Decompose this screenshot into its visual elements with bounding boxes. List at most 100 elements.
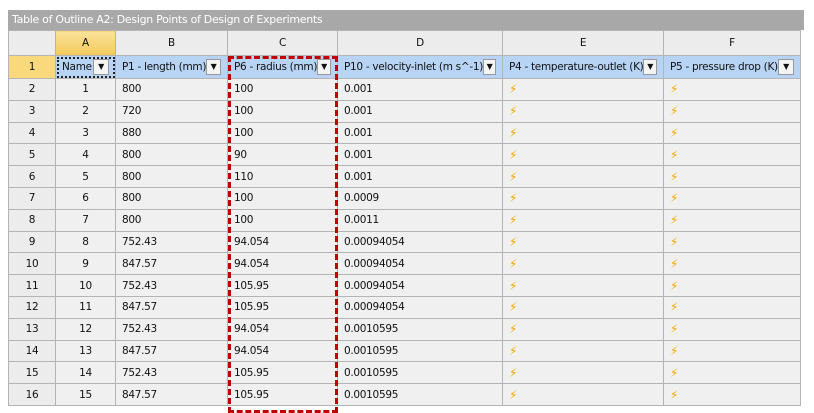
cell-p1-length[interactable]: 752.43 bbox=[115, 317, 228, 341]
column-header-e[interactable]: E bbox=[502, 30, 664, 56]
cell-p4-temperature-outlet[interactable]: ⚡ bbox=[502, 143, 664, 167]
cell-p1-length[interactable]: 800 bbox=[115, 165, 228, 188]
header-p1-length[interactable]: P1 - length (mm) ▼ bbox=[115, 55, 228, 79]
cell-p1-length[interactable]: 800 bbox=[115, 208, 228, 232]
cell-p5-pressure-drop[interactable]: ⚡ bbox=[663, 230, 801, 254]
cell-p5-pressure-drop[interactable]: ⚡ bbox=[663, 295, 801, 319]
cell-p4-temperature-outlet[interactable]: ⚡ bbox=[502, 208, 664, 232]
row-number[interactable]: 10 bbox=[8, 252, 56, 276]
cell-p1-length[interactable]: 880 bbox=[115, 121, 228, 145]
row-number[interactable]: 4 bbox=[8, 121, 56, 145]
row-number[interactable]: 16 bbox=[8, 383, 56, 406]
cell-p1-length[interactable]: 847.57 bbox=[115, 339, 228, 363]
cell-name[interactable]: 14 bbox=[55, 361, 116, 385]
cell-p10-velocity-inlet[interactable]: 0.001 bbox=[337, 121, 503, 145]
column-header-d[interactable]: D bbox=[337, 30, 503, 56]
cell-p1-length[interactable]: 752.43 bbox=[115, 230, 228, 254]
cell-p10-velocity-inlet[interactable]: 0.0010595 bbox=[337, 383, 503, 406]
cell-p1-length[interactable]: 800 bbox=[115, 78, 228, 101]
cell-name[interactable]: 9 bbox=[55, 252, 116, 276]
row-number[interactable]: 3 bbox=[8, 99, 56, 123]
cell-p6-radius[interactable]: 94.054 bbox=[227, 230, 338, 254]
cell-p10-velocity-inlet[interactable]: 0.0011 bbox=[337, 208, 503, 232]
row-number[interactable]: 12 bbox=[8, 295, 56, 319]
cell-p5-pressure-drop[interactable]: ⚡ bbox=[663, 383, 801, 406]
cell-name[interactable]: 8 bbox=[55, 230, 116, 254]
cell-p5-pressure-drop[interactable]: ⚡ bbox=[663, 339, 801, 363]
cell-p5-pressure-drop[interactable]: ⚡ bbox=[663, 99, 801, 123]
chevron-down-icon[interactable]: ▼ bbox=[778, 59, 794, 75]
cell-p6-radius[interactable]: 105.95 bbox=[227, 274, 338, 297]
cell-p10-velocity-inlet[interactable]: 0.0010595 bbox=[337, 317, 503, 341]
cell-p5-pressure-drop[interactable]: ⚡ bbox=[663, 208, 801, 232]
cell-p5-pressure-drop[interactable]: ⚡ bbox=[663, 143, 801, 167]
row-number[interactable]: 1 bbox=[8, 55, 56, 79]
cell-name[interactable]: 7 bbox=[55, 208, 116, 232]
row-number[interactable]: 8 bbox=[8, 208, 56, 232]
cell-name[interactable]: 1 bbox=[55, 78, 116, 101]
header-name[interactable]: Name ▼ bbox=[55, 55, 116, 79]
cell-p6-radius[interactable]: 100 bbox=[227, 121, 338, 145]
row-number[interactable]: 14 bbox=[8, 339, 56, 363]
cell-p4-temperature-outlet[interactable]: ⚡ bbox=[502, 121, 664, 145]
cell-name[interactable]: 11 bbox=[55, 295, 116, 319]
cell-p5-pressure-drop[interactable]: ⚡ bbox=[663, 317, 801, 341]
cell-p6-radius[interactable]: 110 bbox=[227, 165, 338, 188]
cell-p4-temperature-outlet[interactable]: ⚡ bbox=[502, 230, 664, 254]
chevron-down-icon[interactable]: ▼ bbox=[317, 59, 331, 75]
cell-p6-radius[interactable]: 105.95 bbox=[227, 295, 338, 319]
corner-cell[interactable] bbox=[8, 30, 56, 56]
cell-p4-temperature-outlet[interactable]: ⚡ bbox=[502, 186, 664, 210]
cell-p6-radius[interactable]: 100 bbox=[227, 78, 338, 101]
cell-p6-radius[interactable]: 94.054 bbox=[227, 317, 338, 341]
cell-p5-pressure-drop[interactable]: ⚡ bbox=[663, 121, 801, 145]
header-p10-velocity-inlet[interactable]: P10 - velocity-inlet (m s^-1) ▼ bbox=[337, 55, 503, 79]
cell-p10-velocity-inlet[interactable]: 0.00094054 bbox=[337, 252, 503, 276]
cell-p5-pressure-drop[interactable]: ⚡ bbox=[663, 274, 801, 297]
cell-p1-length[interactable]: 847.57 bbox=[115, 252, 228, 276]
cell-name[interactable]: 6 bbox=[55, 186, 116, 210]
cell-p6-radius[interactable]: 90 bbox=[227, 143, 338, 167]
cell-p1-length[interactable]: 800 bbox=[115, 186, 228, 210]
header-p6-radius[interactable]: P6 - radius (mm) ▼ bbox=[227, 55, 338, 79]
cell-p10-velocity-inlet[interactable]: 0.00094054 bbox=[337, 230, 503, 254]
chevron-down-icon[interactable]: ▼ bbox=[643, 59, 657, 75]
cell-name[interactable]: 5 bbox=[55, 165, 116, 188]
cell-p4-temperature-outlet[interactable]: ⚡ bbox=[502, 99, 664, 123]
cell-p1-length[interactable]: 752.43 bbox=[115, 361, 228, 385]
cell-p6-radius[interactable]: 100 bbox=[227, 208, 338, 232]
cell-p4-temperature-outlet[interactable]: ⚡ bbox=[502, 295, 664, 319]
cell-p6-radius[interactable]: 94.054 bbox=[227, 252, 338, 276]
chevron-down-icon[interactable]: ▼ bbox=[93, 59, 109, 75]
cell-p10-velocity-inlet[interactable]: 0.001 bbox=[337, 165, 503, 188]
row-number[interactable]: 13 bbox=[8, 317, 56, 341]
cell-p10-velocity-inlet[interactable]: 0.0010595 bbox=[337, 361, 503, 385]
cell-name[interactable]: 4 bbox=[55, 143, 116, 167]
cell-p10-velocity-inlet[interactable]: 0.001 bbox=[337, 78, 503, 101]
cell-p4-temperature-outlet[interactable]: ⚡ bbox=[502, 383, 664, 406]
chevron-down-icon[interactable]: ▼ bbox=[483, 59, 496, 75]
cell-p5-pressure-drop[interactable]: ⚡ bbox=[663, 252, 801, 276]
row-number[interactable]: 6 bbox=[8, 165, 56, 188]
cell-p4-temperature-outlet[interactable]: ⚡ bbox=[502, 274, 664, 297]
cell-p5-pressure-drop[interactable]: ⚡ bbox=[663, 361, 801, 385]
cell-name[interactable]: 12 bbox=[55, 317, 116, 341]
row-number[interactable]: 15 bbox=[8, 361, 56, 385]
cell-p10-velocity-inlet[interactable]: 0.00094054 bbox=[337, 274, 503, 297]
cell-p5-pressure-drop[interactable]: ⚡ bbox=[663, 78, 801, 101]
cell-name[interactable]: 10 bbox=[55, 274, 116, 297]
cell-p1-length[interactable]: 752.43 bbox=[115, 274, 228, 297]
cell-p1-length[interactable]: 847.57 bbox=[115, 383, 228, 406]
cell-name[interactable]: 2 bbox=[55, 99, 116, 123]
cell-p5-pressure-drop[interactable]: ⚡ bbox=[663, 186, 801, 210]
row-number[interactable]: 7 bbox=[8, 186, 56, 210]
cell-p1-length[interactable]: 800 bbox=[115, 143, 228, 167]
cell-p10-velocity-inlet[interactable]: 0.0009 bbox=[337, 186, 503, 210]
cell-p6-radius[interactable]: 105.95 bbox=[227, 383, 338, 406]
cell-p5-pressure-drop[interactable]: ⚡ bbox=[663, 165, 801, 188]
column-header-c[interactable]: C bbox=[227, 30, 338, 56]
cell-p4-temperature-outlet[interactable]: ⚡ bbox=[502, 252, 664, 276]
cell-p10-velocity-inlet[interactable]: 0.001 bbox=[337, 143, 503, 167]
cell-p4-temperature-outlet[interactable]: ⚡ bbox=[502, 317, 664, 341]
cell-p4-temperature-outlet[interactable]: ⚡ bbox=[502, 361, 664, 385]
